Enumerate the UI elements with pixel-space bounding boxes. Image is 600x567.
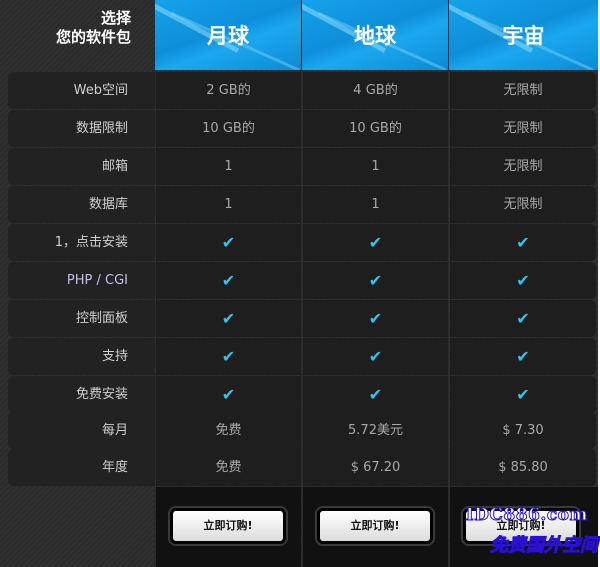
check-icon: ✔ xyxy=(449,300,596,337)
feature-label: 支持 xyxy=(8,338,155,375)
check-icon: ✔ xyxy=(155,338,301,375)
plan-cell-moon: 10 GB的 xyxy=(155,110,301,147)
feature-row: 邮箱 1 1 无限制 xyxy=(0,148,598,185)
watermark: IDC886.com 免费国外空间 xyxy=(455,505,600,565)
plan-cell-moon: 2 GB的 xyxy=(155,72,301,109)
check-icon: ✔ xyxy=(449,338,596,375)
check-icon: ✔ xyxy=(302,262,448,299)
plan-cell-universe: 无限制 xyxy=(449,148,596,185)
feature-label: 数据库 xyxy=(8,186,155,223)
feature-label: 1，点击安装 xyxy=(8,224,155,261)
plan-cell-earth: 1 xyxy=(302,186,448,223)
plan-cell-universe: 无限制 xyxy=(449,110,596,147)
check-icon: ✔ xyxy=(155,300,301,337)
plan-cell-universe: 无限制 xyxy=(449,186,596,223)
feature-row: Web空间 2 GB的 4 GB的 无限制 xyxy=(0,72,598,109)
check-icon: ✔ xyxy=(302,300,448,337)
feature-label: 邮箱 xyxy=(8,148,155,185)
price-row-yearly: 年度 免费 $ 67.20 $ 85.80 xyxy=(0,449,598,486)
plan-header-universe: 宇宙 xyxy=(449,0,598,70)
check-icon: ✔ xyxy=(302,338,448,375)
watermark-line-2: 免费国外空间 xyxy=(490,535,599,557)
plan-cell-moon: 1 xyxy=(155,186,301,223)
price-cell-universe: $ 7.30 xyxy=(449,412,596,449)
price-row-monthly: 每月 免费 5.72美元 $ 7.30 xyxy=(0,412,598,449)
price-cell-moon: 免费 xyxy=(155,449,301,486)
plan-name-moon: 月球 xyxy=(207,23,249,48)
plan-cell-moon: 1 xyxy=(155,148,301,185)
order-button-moon[interactable]: 立即订购! xyxy=(170,508,286,544)
feature-row: 控制面板 ✔ ✔ ✔ xyxy=(0,300,598,337)
price-cell-moon: 免费 xyxy=(155,412,301,449)
price-cell-earth: $ 67.20 xyxy=(302,449,448,486)
check-icon: ✔ xyxy=(449,376,596,413)
price-cell-earth: 5.72美元 xyxy=(302,412,448,449)
title-line-1: 选择 xyxy=(100,9,131,27)
check-icon: ✔ xyxy=(155,224,301,261)
feature-row: 数据库 1 1 无限制 xyxy=(0,186,598,223)
plan-cell-earth: 4 GB的 xyxy=(302,72,448,109)
feature-row: 数据限制 10 GB的 10 GB的 无限制 xyxy=(0,110,598,147)
watermark-line-1: IDC886.com xyxy=(465,505,588,526)
price-label: 年度 xyxy=(8,449,155,486)
check-icon: ✔ xyxy=(302,224,448,261)
feature-label: Web空间 xyxy=(8,72,155,109)
order-button-earth[interactable]: 立即订购! xyxy=(317,508,433,544)
feature-label: 控制面板 xyxy=(8,300,155,337)
pricing-table: 选择 您的软件包 月球 地球 宇宙 Web空间 2 GB的 4 GB的 无限制 … xyxy=(0,0,600,567)
feature-row: 免费安装 ✔ ✔ ✔ xyxy=(0,376,598,413)
check-icon: ✔ xyxy=(155,376,301,413)
plan-cell-universe: 无限制 xyxy=(449,72,596,109)
feature-label: PHP / CGI xyxy=(8,262,155,299)
feature-label: 免费安装 xyxy=(8,376,155,413)
title-line-2: 您的软件包 xyxy=(55,28,131,46)
plan-name-earth: 地球 xyxy=(354,23,396,48)
check-icon: ✔ xyxy=(449,224,596,261)
feature-row: 1，点击安装 ✔ ✔ ✔ xyxy=(0,224,598,261)
feature-label: 数据限制 xyxy=(8,110,155,147)
check-icon: ✔ xyxy=(449,262,596,299)
plan-cell-earth: 1 xyxy=(302,148,448,185)
feature-row: PHP / CGI ✔ ✔ ✔ xyxy=(0,262,598,299)
price-label: 每月 xyxy=(8,412,155,449)
plan-header-moon: 月球 xyxy=(155,0,301,70)
check-icon: ✔ xyxy=(155,262,301,299)
feature-row: 支持 ✔ ✔ ✔ xyxy=(0,338,598,375)
price-cell-universe: $ 85.80 xyxy=(449,449,596,486)
table-title: 选择 您的软件包 xyxy=(0,0,155,70)
check-icon: ✔ xyxy=(302,376,448,413)
plan-name-universe: 宇宙 xyxy=(502,23,545,48)
plan-header-earth: 地球 xyxy=(302,0,448,70)
plan-cell-earth: 10 GB的 xyxy=(302,110,448,147)
